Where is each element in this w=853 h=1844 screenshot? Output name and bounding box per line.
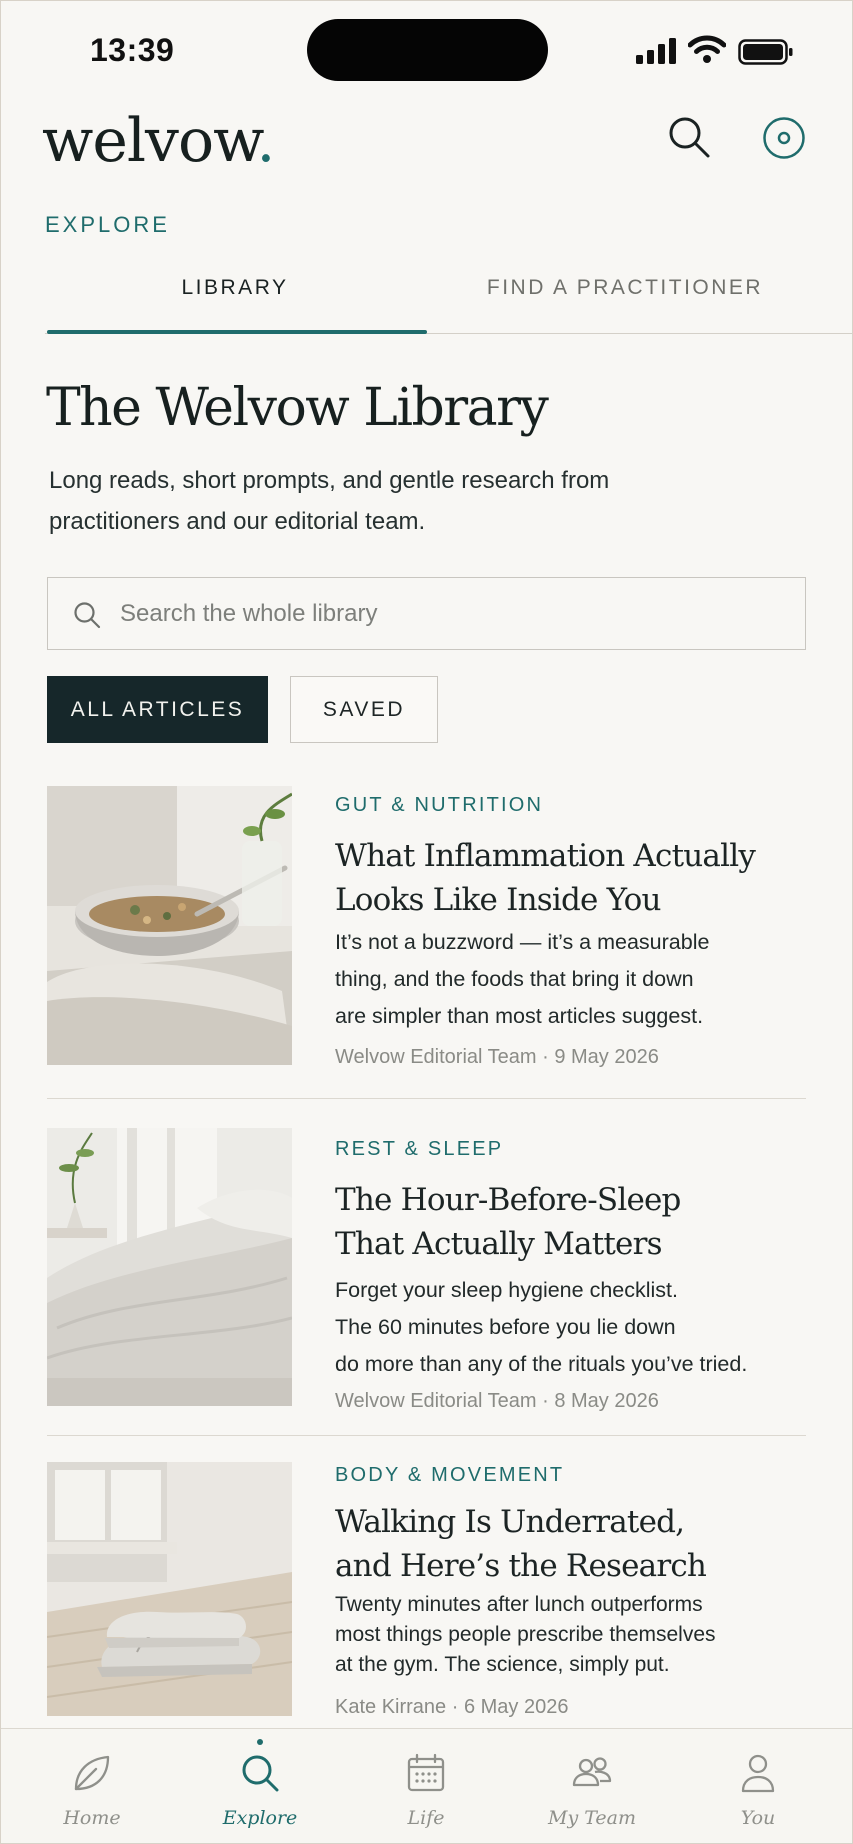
- nav-life[interactable]: Life: [351, 1729, 501, 1844]
- excerpt-line: most things people prescribe themselves: [335, 1623, 716, 1646]
- bottom-nav: Home Explore Life My Team You: [0, 1728, 853, 1844]
- nav-label: Home: [63, 1807, 121, 1829]
- article-category: REST & SLEEP: [335, 1138, 504, 1160]
- leaf-icon: [74, 1755, 110, 1791]
- status-bar: 13:39: [0, 0, 853, 100]
- article-meta: Welvow Editorial Team · 9 May 2026: [335, 1046, 659, 1069]
- article-excerpt: Twenty minutes after lunch outperforms m…: [335, 1590, 805, 1680]
- sneakers-photo: [47, 1462, 292, 1716]
- search-input[interactable]: [120, 596, 780, 632]
- meta-separator: ·: [446, 1696, 464, 1718]
- article-title[interactable]: The Hour-Before-Sleep That Actually Matt…: [335, 1178, 795, 1266]
- page-description: Long reads, short prompts, and gentle re…: [49, 467, 610, 535]
- article-date: 6 May 2026: [463, 1696, 569, 1718]
- active-tab-indicator: [47, 330, 427, 334]
- nav-label: Life: [407, 1807, 445, 1829]
- article-date: 9 May 2026: [554, 1046, 659, 1068]
- calendar-icon: [407, 1753, 445, 1792]
- article-meta: Kate Kirrane · 6 May 2026: [335, 1696, 568, 1719]
- excerpt-line: at the gym. The science, simply put.: [335, 1653, 670, 1676]
- excerpt-line: The 60 minutes before you lie down: [335, 1315, 676, 1339]
- app-logo[interactable]: welvow.: [42, 106, 275, 176]
- excerpt-line: Forget your sleep hygiene checklist.: [335, 1278, 678, 1302]
- meta-separator: ·: [536, 1046, 555, 1068]
- excerpt-line: do more than any of the rituals you’ve t…: [335, 1352, 748, 1376]
- meta-separator: ·: [536, 1390, 555, 1412]
- signal-icon: [636, 38, 676, 64]
- dynamic-island: [307, 19, 548, 81]
- person-icon: [741, 1754, 775, 1793]
- article-meta: Welvow Editorial Team · 8 May 2026: [335, 1390, 659, 1413]
- settings-icon[interactable]: [762, 116, 806, 160]
- battery-icon: [738, 39, 793, 65]
- nav-my-team[interactable]: My Team: [517, 1729, 667, 1844]
- active-indicator-dot: [257, 1739, 263, 1745]
- divider: [47, 1098, 806, 1099]
- library-search[interactable]: [47, 577, 806, 650]
- page-title: The Welvow Library: [46, 378, 549, 438]
- article-excerpt: It’s not a buzzword — it’s a measurable …: [335, 924, 805, 1035]
- article-title[interactable]: Walking Is Underrated, and Here’s the Re…: [335, 1500, 795, 1588]
- article-author: Welvow Editorial Team: [335, 1046, 537, 1068]
- excerpt-line: thing, and the foods that bring it down: [335, 967, 694, 991]
- nav-explore[interactable]: Explore: [185, 1729, 335, 1844]
- article-title[interactable]: What Inflammation Actually Looks Like In…: [335, 834, 795, 922]
- article-title-line: and Here’s the Research: [335, 1548, 707, 1584]
- nav-you[interactable]: You: [683, 1729, 833, 1844]
- nav-label: You: [740, 1807, 776, 1829]
- tab-library[interactable]: LIBRARY: [45, 276, 425, 300]
- divider: [47, 1435, 806, 1436]
- excerpt-line: are simpler than most articles suggest.: [335, 1004, 704, 1028]
- article-card[interactable]: GUT & NUTRITION What Inflammation Actual…: [47, 786, 806, 1069]
- section-label: EXPLORE: [45, 212, 170, 237]
- nav-label: Explore: [222, 1807, 298, 1829]
- article-title-line: Looks Like Inside You: [335, 882, 661, 918]
- excerpt-line: Twenty minutes after lunch outperforms: [335, 1593, 703, 1616]
- article-title-line: Walking Is Underrated,: [335, 1504, 685, 1540]
- team-icon: [572, 1757, 612, 1787]
- nav-home[interactable]: Home: [17, 1729, 167, 1844]
- article-title-line: What Inflammation Actually: [335, 838, 756, 874]
- search-icon: [74, 602, 101, 629]
- bowl-of-food-photo: [47, 786, 292, 1065]
- search-icon[interactable]: [666, 114, 712, 160]
- article-title-line: That Actually Matters: [335, 1226, 663, 1262]
- article-category: BODY & MOVEMENT: [335, 1464, 565, 1486]
- excerpt-line: It’s not a buzzword — it’s a measurable: [335, 930, 710, 954]
- filter-all-articles[interactable]: ALL ARTICLES: [47, 676, 268, 743]
- logo-text: welvow: [42, 106, 257, 176]
- article-author: Kate Kirrane: [335, 1696, 447, 1718]
- article-author: Welvow Editorial Team: [335, 1390, 537, 1412]
- article-card[interactable]: REST & SLEEP The Hour-Before-Sleep That …: [47, 1128, 806, 1412]
- status-time: 13:39: [90, 32, 175, 68]
- tab-find-a-practitioner[interactable]: FIND A PRACTITIONER: [425, 276, 825, 300]
- filter-saved[interactable]: SAVED: [290, 676, 438, 743]
- logo-dot: .: [256, 106, 275, 176]
- article-excerpt: Forget your sleep hygiene checklist. The…: [335, 1272, 805, 1383]
- article-card[interactable]: BODY & MOVEMENT Walking Is Underrated, a…: [47, 1462, 806, 1727]
- bed-linen-photo: [47, 1128, 292, 1406]
- search-icon: [242, 1755, 279, 1792]
- nav-label: My Team: [547, 1807, 636, 1829]
- article-category: GUT & NUTRITION: [335, 794, 544, 816]
- article-date: 8 May 2026: [554, 1390, 659, 1412]
- article-title-line: The Hour-Before-Sleep: [335, 1182, 681, 1218]
- wifi-icon: [688, 35, 726, 63]
- tab-bar: LIBRARY FIND A PRACTITIONER: [45, 262, 853, 334]
